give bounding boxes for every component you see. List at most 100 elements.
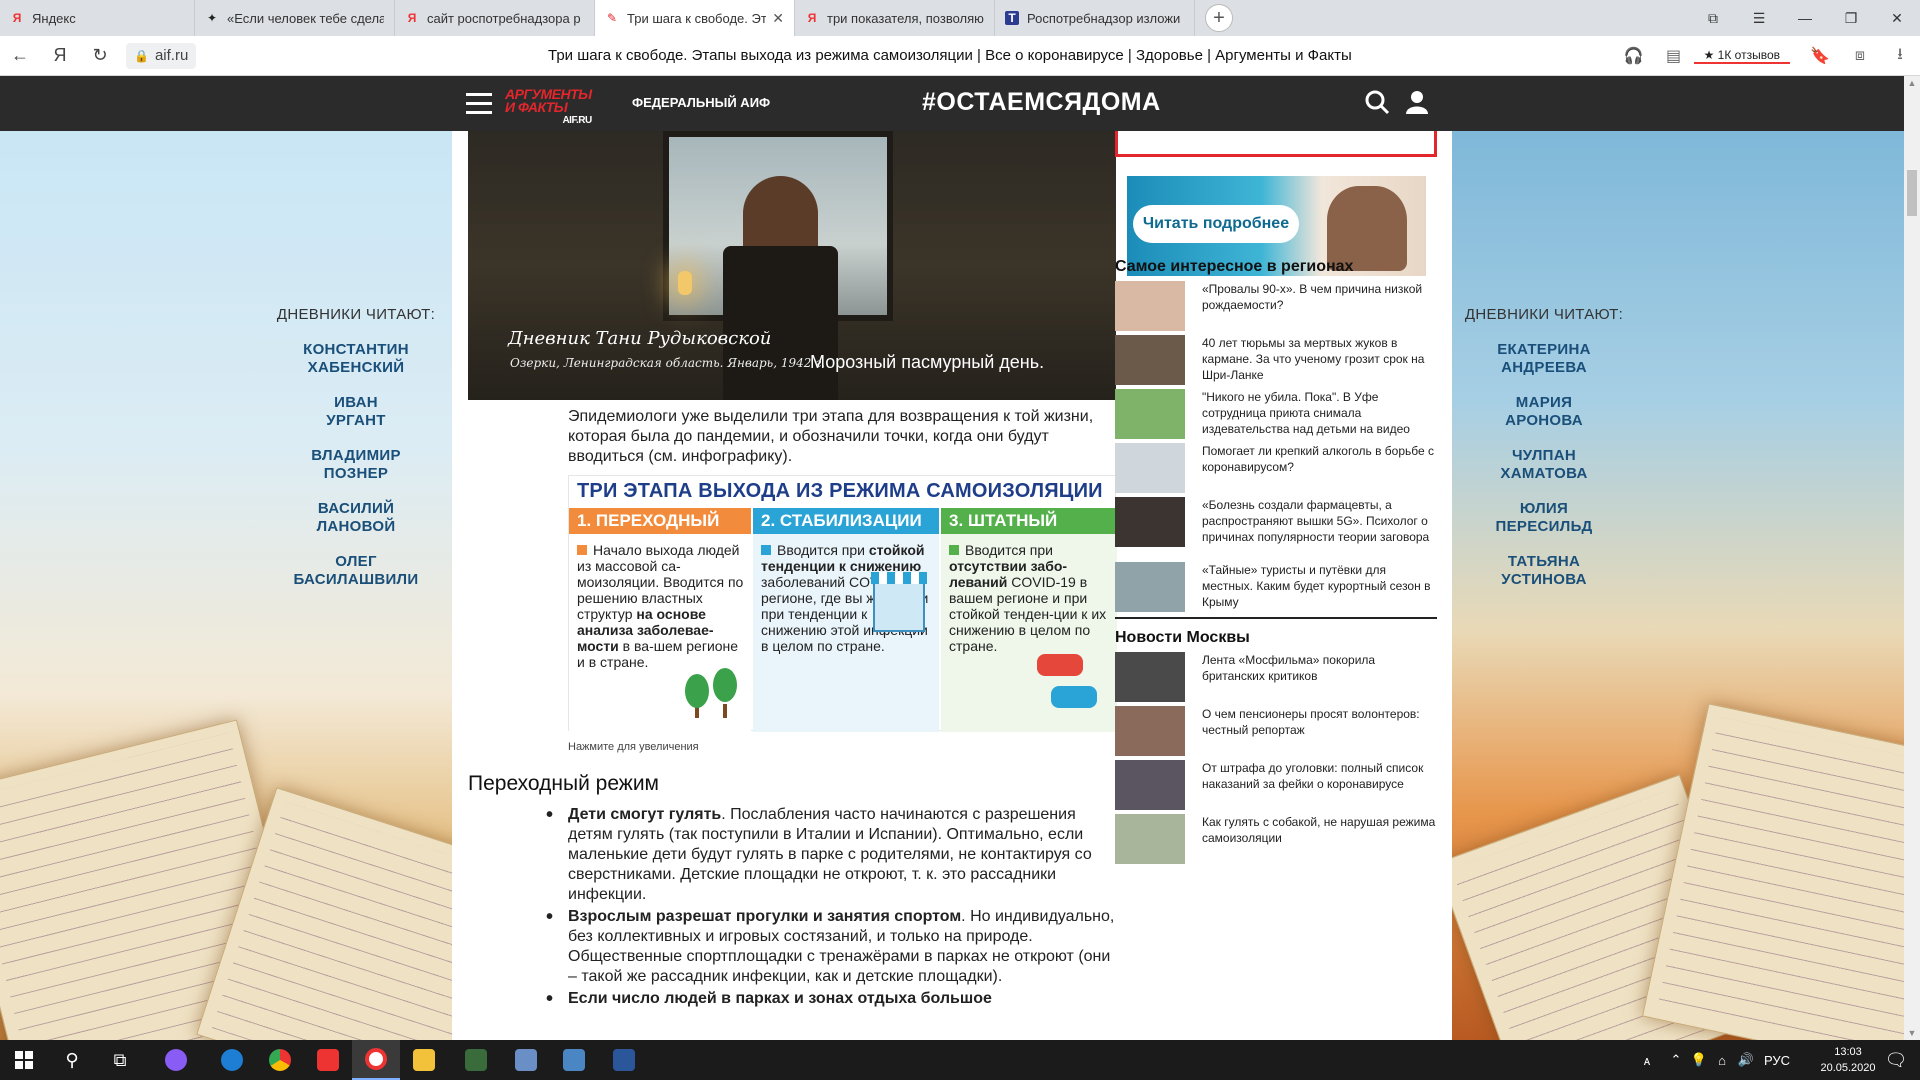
- tree-icon: [723, 704, 727, 718]
- input-language[interactable]: РУС: [1758, 1053, 1796, 1068]
- headphones-icon[interactable]: 🎧: [1614, 46, 1654, 66]
- url-field[interactable]: 🔒 aif.ru: [126, 42, 197, 69]
- reader-link[interactable]: ИВАН УРГАНТ: [256, 394, 456, 430]
- news-item[interactable]: Лента «Мосфильма» покорила британских кр…: [1115, 652, 1437, 706]
- reader-link[interactable]: ЮЛИЯ ПЕРЕСИЛЬД: [1444, 500, 1644, 536]
- click-to-zoom-hint[interactable]: Нажмите для увеличения: [568, 741, 699, 753]
- news-item[interactable]: «Болезнь создали фармацевты, а распростр…: [1115, 497, 1437, 551]
- tab-three-steps[interactable]: ✎ Три шага к свободе. Эт ✕: [595, 0, 795, 36]
- file-explorer-icon[interactable]: [400, 1040, 448, 1080]
- reader-last-name: ПОЗНЕР: [323, 465, 389, 482]
- news-item[interactable]: «Тайные» туристы и путёвки для местных. …: [1115, 562, 1437, 616]
- reader-link[interactable]: КОНСТАНТИН ХАБЕНСКИЙ: [256, 341, 456, 377]
- news-thumbnail: [1115, 706, 1185, 756]
- scroll-up-icon[interactable]: ▲: [1904, 78, 1920, 88]
- network-icon[interactable]: ⌂: [1710, 1053, 1734, 1068]
- tab-rospotreb[interactable]: T Роспотребнадзор изложи: [995, 0, 1195, 36]
- address-bar: ← Я ↻ 🔒 aif.ru Три шага к свободе. Этапы…: [0, 36, 1920, 76]
- lightbulb-icon[interactable]: 💡: [1688, 1052, 1710, 1068]
- reader-last-name: УРГАНТ: [326, 412, 386, 429]
- alice-assistant-icon[interactable]: [152, 1040, 200, 1080]
- news-item[interactable]: Помогает ли крепкий алкоголь в борьбе с …: [1115, 443, 1437, 497]
- stage-body: Начало выхода людей из массовой са-моизо…: [569, 534, 751, 732]
- close-window-icon[interactable]: ✕: [1874, 10, 1920, 27]
- infographic[interactable]: ТРИ ЭТАПА ВЫХОДА ИЗ РЕЖИМА САМОИЗОЛЯЦИИ …: [568, 475, 1117, 732]
- reader-link[interactable]: МАРИЯ АРОНОВА: [1444, 394, 1644, 430]
- reviews-badge[interactable]: ★ 1К отзывов: [1693, 48, 1790, 64]
- tab-rospotreb-search[interactable]: Я сайт роспотребнадзора р: [395, 0, 595, 36]
- bullet-bold: Дети смогут гулять: [568, 806, 722, 823]
- yandex-browser-icon[interactable]: [352, 1040, 400, 1080]
- volume-icon[interactable]: 🔊: [1734, 1052, 1758, 1068]
- task-view-icon[interactable]: ⧉: [96, 1040, 144, 1080]
- search-icon[interactable]: [1364, 89, 1390, 115]
- yandex-app-icon[interactable]: [304, 1040, 352, 1080]
- collections-icon[interactable]: ⧈: [1840, 47, 1880, 65]
- bullet-bold: Взрослым разрешат прогулки и занятия спо…: [568, 908, 962, 925]
- news-item[interactable]: От штрафа до уголовки: полный список нак…: [1115, 760, 1437, 814]
- download-icon[interactable]: ⭳: [1880, 43, 1920, 70]
- reader-link[interactable]: ОЛЕГ БАСИЛАШВИЛИ: [256, 553, 456, 589]
- read-more-button[interactable]: Читать подробнее: [1133, 205, 1299, 243]
- menu-icon[interactable]: ☰: [1736, 10, 1782, 27]
- tab-label: три показателя, позволяю: [827, 10, 984, 26]
- section-heading: Переходный режим: [468, 772, 659, 795]
- news-item[interactable]: О чем пенсионеры просят волонтеров: чест…: [1115, 706, 1437, 760]
- reader-link[interactable]: ТАТЬЯНА УСТИНОВА: [1444, 553, 1644, 589]
- diaries-readers-right: ДНЕВНИКИ ЧИТАЮТ: ЕКАТЕРИНА АНДРЕЕВА МАРИЯ…: [1444, 306, 1644, 606]
- news-item[interactable]: "Никого не убила. Пока". В Уфе сотрудниц…: [1115, 389, 1437, 443]
- news-thumbnail: [1115, 281, 1185, 331]
- tab-three-indicators[interactable]: Я три показателя, позволяю: [795, 0, 995, 36]
- logo-bottom: И ФАКТЫ: [505, 99, 568, 115]
- reader-mode-icon[interactable]: ▤: [1654, 46, 1694, 66]
- regions-heading: Самое интересное в регионах: [1115, 258, 1354, 275]
- tab-yandex[interactable]: Я Яндекс: [0, 0, 195, 36]
- edge-browser-icon[interactable]: [208, 1040, 256, 1080]
- news-item[interactable]: Как гулять с собакой, не нарушая режима …: [1115, 814, 1437, 868]
- hamburger-menu-icon[interactable]: [466, 93, 492, 115]
- yandex-home-icon[interactable]: Я: [40, 45, 80, 66]
- tab-label: «Если человек тебе сдела: [227, 10, 384, 26]
- reader-last-name: ЛАНОВОЙ: [316, 518, 396, 535]
- image-viewer-icon[interactable]: [550, 1040, 598, 1080]
- windows-start-icon[interactable]: [0, 1040, 48, 1080]
- scroll-down-icon[interactable]: ▼: [1904, 1028, 1920, 1038]
- diary-hero-image[interactable]: Дневник Тани Рудыковской Озерки, Ленингр…: [468, 131, 1116, 400]
- document-app-icon[interactable]: [502, 1040, 550, 1080]
- federal-aif-link[interactable]: ФЕДЕРАЛЬНЫЙ АИФ: [632, 95, 770, 110]
- people-icon[interactable]: ᴀ: [1630, 1053, 1664, 1068]
- windows-taskbar: ⚲ ⧉ ᴀ ⌃ 💡 ⌂ 🔊 РУС 13:03 20.05.2020 🗨: [0, 1040, 1920, 1080]
- close-tab-icon[interactable]: ✕: [772, 10, 784, 27]
- restore-icon[interactable]: ❐: [1828, 10, 1874, 27]
- bookmarks-icon[interactable]: ⧉: [1690, 10, 1736, 27]
- user-icon[interactable]: [1404, 89, 1430, 115]
- scrollbar-thumb[interactable]: [1907, 170, 1917, 216]
- reload-icon[interactable]: ↻: [80, 45, 120, 66]
- news-title: От штрафа до уголовки: полный список нак…: [1202, 761, 1424, 791]
- tray-chevron-up-icon[interactable]: ⌃: [1664, 1052, 1688, 1068]
- reader-link[interactable]: ЧУЛПАН ХАМАТОВА: [1444, 447, 1644, 483]
- word-app-icon[interactable]: [600, 1040, 648, 1080]
- news-thumbnail: [1115, 443, 1185, 493]
- new-tab-button[interactable]: +: [1205, 4, 1233, 32]
- reader-link[interactable]: ЕКАТЕРИНА АНДРЕЕВА: [1444, 341, 1644, 377]
- moscow-news-heading: Новости Москвы: [1115, 629, 1250, 646]
- bookmark-icon[interactable]: 🔖: [1800, 46, 1840, 66]
- tab-quote[interactable]: ✦ «Если человек тебе сдела: [195, 0, 395, 36]
- minimize-icon[interactable]: —: [1782, 10, 1828, 26]
- chrome-browser-icon[interactable]: [256, 1040, 304, 1080]
- page-scrollbar[interactable]: ▲ ▼: [1904, 76, 1920, 1040]
- back-arrow-icon[interactable]: ←: [0, 45, 40, 66]
- aif-logo[interactable]: АРГУМЕНТЫ И ФАКТЫ AIF.RU: [505, 87, 592, 127]
- search-icon[interactable]: ⚲: [48, 1040, 96, 1080]
- media-app-icon[interactable]: [452, 1040, 500, 1080]
- stay-home-hashtag[interactable]: #ОСТАЕМСЯДОМА: [922, 88, 1161, 117]
- notifications-icon[interactable]: 🗨: [1872, 1040, 1920, 1080]
- reader-link[interactable]: ВАСИЛИЙ ЛАНОВОЙ: [256, 500, 456, 536]
- stage-regular: 3. ШТАТНЫЙ Вводится при отсутствии забо-…: [941, 508, 1117, 732]
- news-item[interactable]: «Провалы 90-х». В чем причина низкой рож…: [1115, 281, 1437, 335]
- stage-title: 1. ПЕРЕХОДНЫЙ: [569, 508, 751, 534]
- stage-text: Вводится при: [965, 542, 1053, 558]
- news-item[interactable]: 40 лет тюрьмы за мертвых жуков в кармане…: [1115, 335, 1437, 389]
- reader-link[interactable]: ВЛАДИМИР ПОЗНЕР: [256, 447, 456, 483]
